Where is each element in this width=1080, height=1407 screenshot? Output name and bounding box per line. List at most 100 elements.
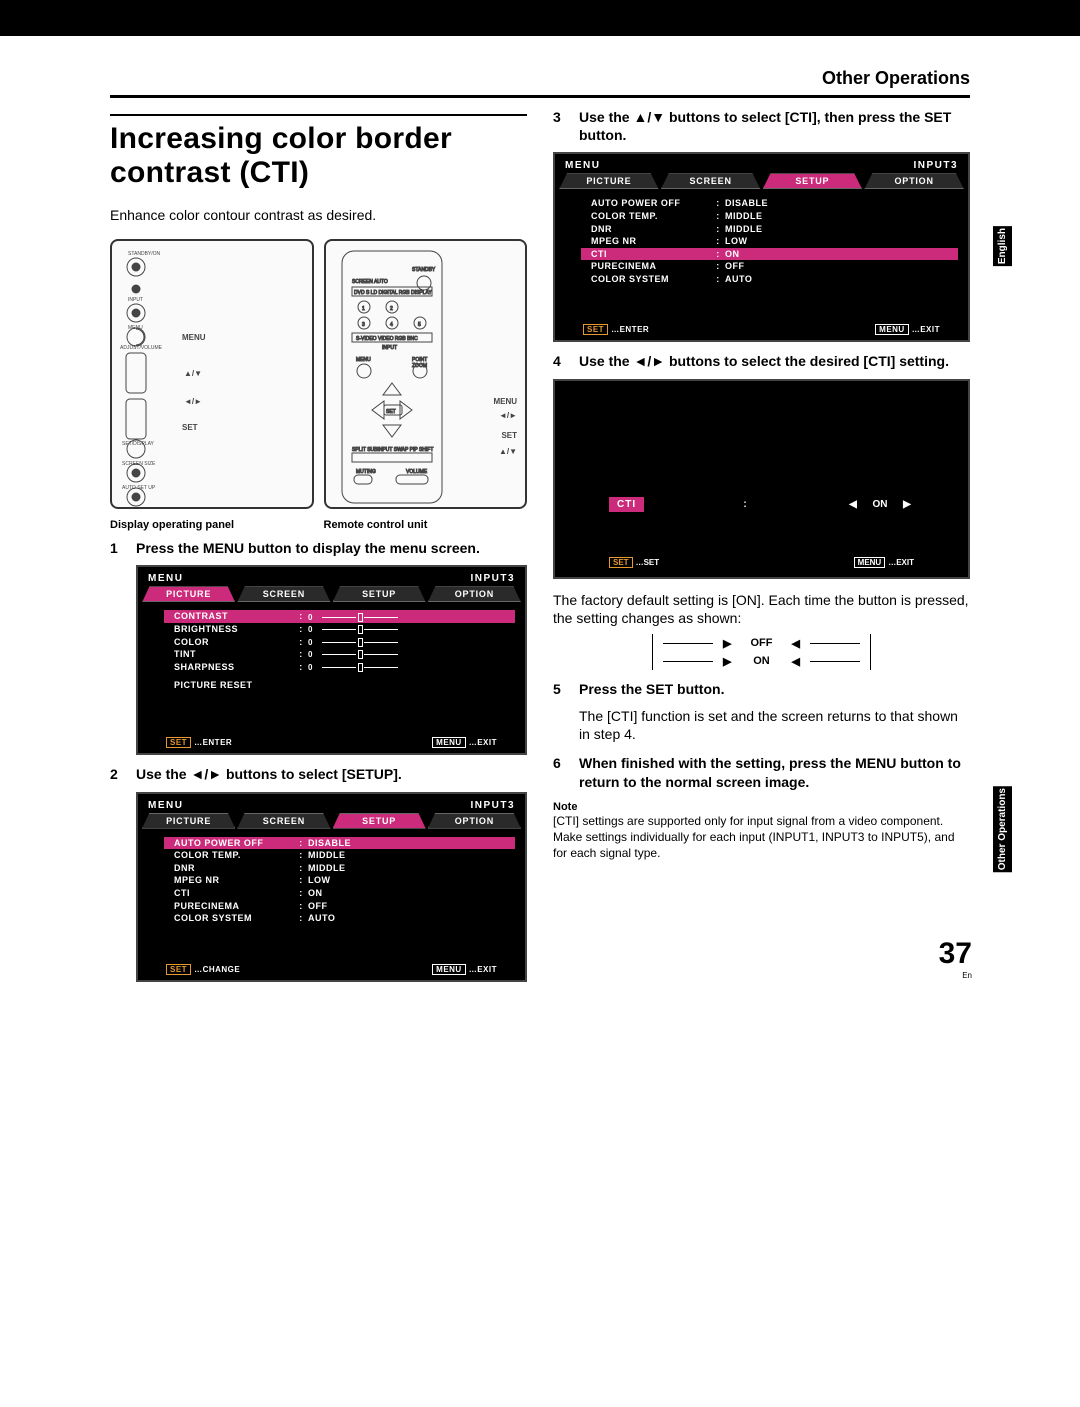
osd-footer-exit: …EXIT: [888, 558, 914, 567]
panel-caption: Display operating panel: [110, 519, 314, 531]
page-number: 37 En: [939, 937, 972, 980]
osd-row-val: DISABLE: [725, 197, 948, 210]
remote-label-menu: MENU: [493, 397, 517, 407]
svg-text:S-VIDEO VIDEO RGB BNC: S-VIDEO VIDEO RGB BNC: [356, 336, 418, 342]
osd-tab-picture: PICTURE: [559, 173, 659, 189]
osd-row-key: COLOR SYSTEM: [591, 273, 711, 286]
page-lang-abbr: En: [939, 971, 972, 980]
svg-text:3: 3: [362, 322, 365, 328]
osd-input: INPUT3: [470, 573, 515, 584]
osd-footer-menu-badge: MENU: [432, 737, 466, 748]
svg-text:STANDBY: STANDBY: [412, 267, 436, 273]
svg-text:4: 4: [390, 322, 393, 328]
note-heading: Note: [553, 801, 970, 813]
side-tab-section: Other Operations: [993, 786, 1012, 872]
step-4-followup: The factory default setting is [ON]. Eac…: [553, 591, 970, 629]
remote-label-leftright: ◄/►: [499, 411, 517, 421]
svg-text:SPLIT SUBINPUT SWAP PIP SHIFT: SPLIT SUBINPUT SWAP PIP SHIFT: [352, 447, 433, 453]
osd-footer-menu-badge: MENU: [432, 964, 466, 975]
top-rule: [110, 95, 970, 98]
osd-row-key: MPEG NR: [591, 235, 711, 248]
osd-row-key: AUTO POWER OFF: [174, 837, 294, 850]
svg-text:VOLUME: VOLUME: [406, 469, 428, 475]
svg-text:SET: SET: [386, 409, 396, 415]
osd-menu-picture: MENUINPUT3 PICTURE SCREEN SETUP OPTION C…: [136, 565, 527, 755]
svg-text:SET/DISPLAY: SET/DISPLAY: [122, 441, 155, 447]
osd-row-key: PURECINEMA: [174, 900, 294, 913]
osd-row-key: AUTO POWER OFF: [591, 197, 711, 210]
osd-footer-menu-badge: MENU: [854, 557, 886, 568]
osd-tab-option: OPTION: [428, 813, 521, 829]
osd-row-key: CTI: [591, 248, 711, 261]
osd-footer-set-badge: SET: [609, 557, 633, 568]
osd-row-key: COLOR TEMP.: [591, 210, 711, 223]
svg-text:INPUT: INPUT: [128, 297, 143, 303]
osd-row-key: MPEG NR: [174, 874, 294, 887]
svg-text:2: 2: [390, 306, 393, 312]
osd-footer-enter: …ENTER: [611, 325, 649, 334]
osd-tab-screen: SCREEN: [237, 813, 330, 829]
osd-tab-setup: SETUP: [763, 173, 863, 189]
osd-input: INPUT3: [913, 160, 958, 171]
osd-row-key: PURECINEMA: [591, 260, 711, 273]
osd-tab-option: OPTION: [428, 586, 521, 602]
osd-row-val: LOW: [308, 874, 505, 887]
step-number: 5: [553, 680, 569, 698]
osd-tab-setup: SETUP: [333, 813, 426, 829]
osd-input: INPUT3: [470, 800, 515, 811]
osd-row-key: BRIGHTNESS: [174, 623, 294, 636]
step-number: 6: [553, 754, 569, 790]
step-6-head: When finished with the setting, press th…: [579, 754, 970, 790]
svg-text:DVD S LD DIGITAL RGB DISPLAY: DVD S LD DIGITAL RGB DISPLAY: [354, 290, 432, 296]
cti-label: CTI: [609, 497, 644, 512]
osd-tab-picture: PICTURE: [142, 813, 235, 829]
panel-label-leftright: ◄/►: [184, 397, 202, 407]
panel-label-menu: MENU: [182, 333, 206, 343]
running-head: Other Operations: [110, 68, 970, 89]
svg-text:SCREEN SIZE: SCREEN SIZE: [122, 461, 156, 467]
note-body: [CTI] settings are supported only for in…: [553, 813, 970, 862]
osd-row-key: DNR: [174, 862, 294, 875]
panel-icons: STANDBY/ON INPUT MENU ADJUST/VOLUME SET/…: [120, 249, 180, 509]
osd-row-val: 0: [308, 624, 313, 635]
osd-row-val: AUTO: [725, 273, 948, 286]
osd-menu-setup-cti-highlight: MENU INPUT3 PICTURE SCREEN SETUP OPTION A…: [553, 152, 970, 342]
osd-tab-screen: SCREEN: [237, 586, 330, 602]
osd-row-key: CONTRAST: [174, 610, 294, 623]
osd-row-val: LOW: [725, 235, 948, 248]
step-3-head: Use the ▲/▼ buttons to select [CTI], the…: [579, 108, 970, 144]
panel-label-set: SET: [182, 423, 198, 433]
osd-row-val: 0: [308, 662, 313, 673]
osd-footer-exit: …EXIT: [912, 325, 940, 334]
step-number: 2: [110, 765, 126, 783]
step-5-head: Press the SET button.: [579, 680, 724, 698]
toggle-on-label: ON: [742, 655, 782, 667]
osd-tab-option: OPTION: [864, 173, 964, 189]
remote-label-updown: ▲/▼: [499, 447, 517, 457]
osd-row-val: MIDDLE: [725, 223, 948, 236]
osd-row-key: TINT: [174, 648, 294, 661]
side-tab-lang: English: [993, 226, 1012, 266]
osd-row-key: CTI: [174, 887, 294, 900]
svg-text:ADJUST/VOLUME: ADJUST/VOLUME: [120, 345, 163, 351]
osd-footer-set-badge: SET: [583, 324, 608, 335]
figure-cluster: MENU ▲/▼ ◄/► SET: [110, 239, 527, 509]
osd-title: MENU: [565, 160, 600, 171]
toggle-diagram: ▶ OFF ◀ ▶ ON ◀: [642, 634, 882, 670]
osd-footer-setaction: …SET: [636, 558, 660, 567]
osd-footer-menu-badge: MENU: [875, 324, 909, 335]
osd-row-key: COLOR SYSTEM: [174, 912, 294, 925]
page-title: Increasing color border contrast (CTI): [110, 114, 527, 189]
osd-row-key: SHARPNESS: [174, 661, 294, 674]
right-arrow-icon: ▶: [900, 499, 914, 510]
osd-row-val: ON: [725, 248, 948, 261]
osd-picture-reset: PICTURE RESET: [174, 679, 253, 692]
osd-row-key: COLOR TEMP.: [174, 849, 294, 862]
step-5-body: The [CTI] function is set and the screen…: [553, 707, 970, 745]
step-number: 3: [553, 108, 569, 144]
step-1-head: Press the MENU button to display the men…: [136, 539, 480, 557]
osd-tab-screen: SCREEN: [661, 173, 761, 189]
svg-text:MENU: MENU: [356, 357, 371, 363]
osd-footer-change: …CHANGE: [194, 965, 240, 974]
remote-caption: Remote control unit: [324, 519, 528, 531]
